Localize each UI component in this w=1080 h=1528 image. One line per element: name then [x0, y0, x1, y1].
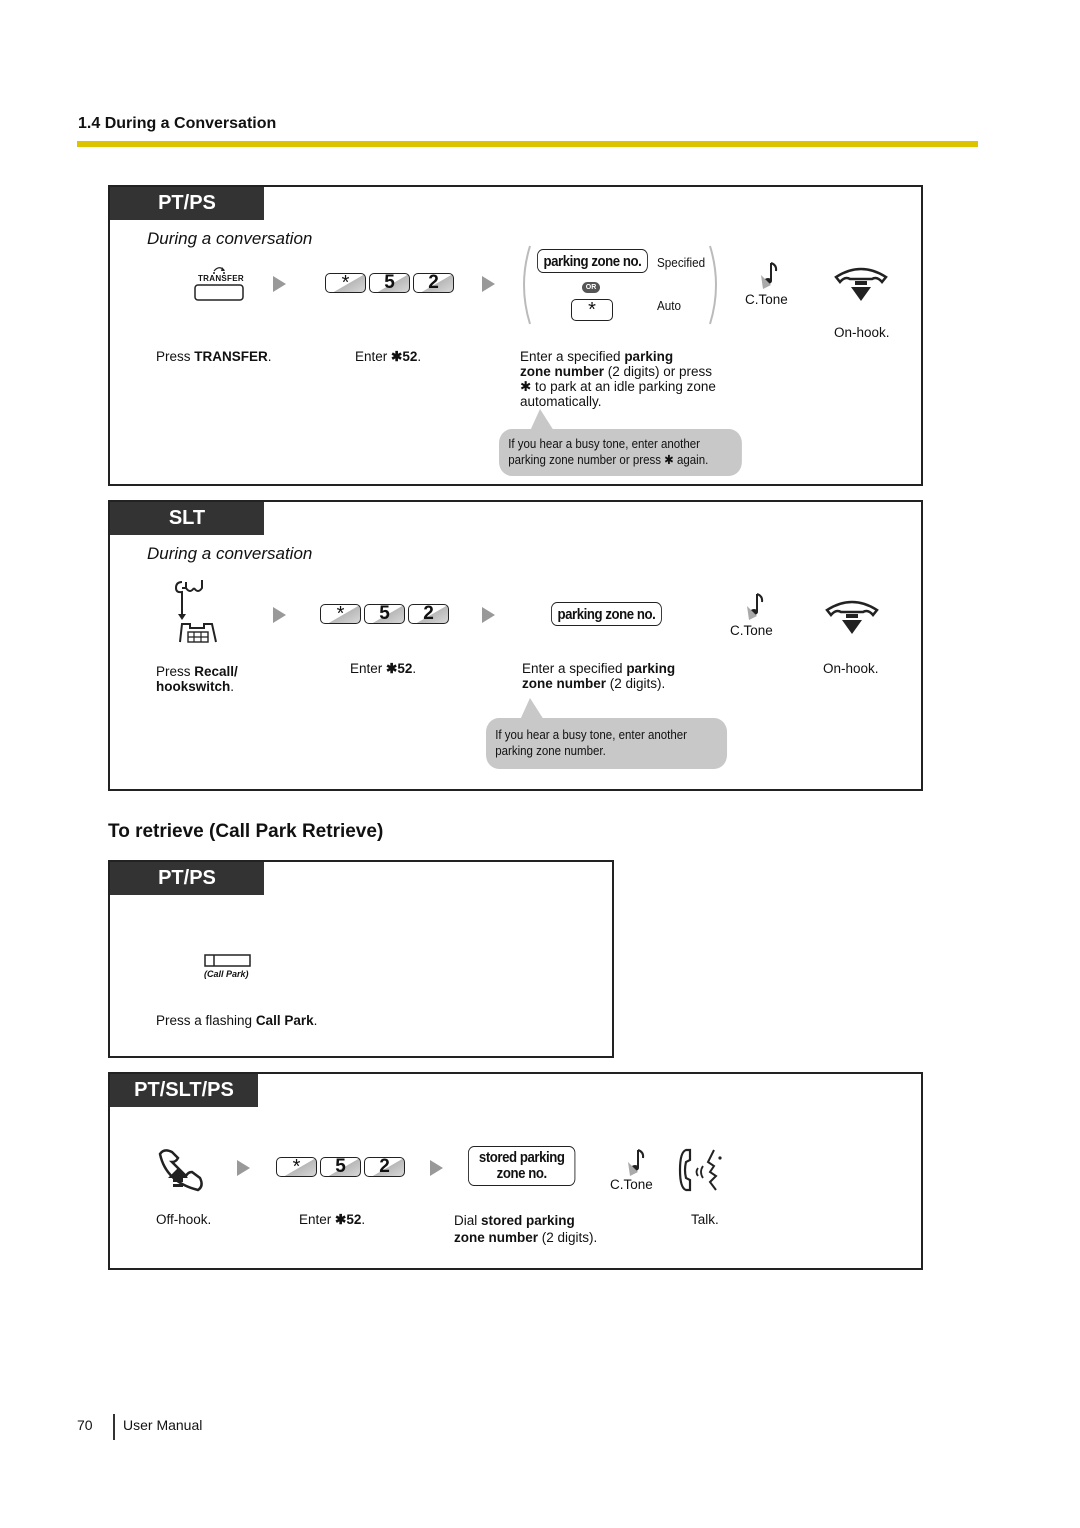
- panel-subtitle: During a conversation: [147, 544, 313, 563]
- dial-keys: * 5 2: [320, 603, 449, 625]
- document-title: User Manual: [123, 1417, 203, 1433]
- section-title: 1.4 During a Conversation: [78, 115, 277, 132]
- confirmation-tone-icon: [761, 262, 778, 289]
- retrieve-heading: To retrieve (Call Park Retrieve): [108, 821, 384, 842]
- talk-icon: [678, 1148, 722, 1192]
- arrow-icon: [430, 1160, 443, 1176]
- busy-tone-tip: If you hear a busy tone, enter another p…: [499, 429, 742, 476]
- footer-divider: [113, 1414, 115, 1440]
- step-on-hook: On-hook.: [834, 325, 890, 340]
- slt-park-panel: SLT During a conversation * 5 2 parking …: [108, 500, 923, 791]
- parking-zone-pill: parking zone no.: [551, 602, 662, 626]
- ptps-park-panel: PT/PS During a conversation TRANSFER * 5…: [108, 185, 923, 486]
- panel-subtitle: During a conversation: [147, 229, 313, 248]
- digit-key-2: 2: [364, 1156, 405, 1177]
- auto-label: Auto: [657, 298, 682, 313]
- ctone-label: C.Tone: [610, 1177, 653, 1192]
- step-enter-code: Enter ✱52.: [355, 349, 422, 364]
- parking-zone-pill: parking zone no.: [537, 249, 648, 273]
- page-number: 70: [77, 1417, 93, 1433]
- specified-label: Specified: [657, 255, 706, 270]
- transfer-key-icon: [194, 267, 244, 301]
- step-press-call-park: Press a flashing Call Park.: [156, 1013, 318, 1028]
- step-press-recall: Press Recall/ hookswitch.: [156, 664, 238, 694]
- transfer-key-label: TRANSFER: [198, 274, 244, 283]
- off-hook-icon: [158, 1149, 203, 1192]
- option-bracket-right: [709, 245, 717, 325]
- panel-tab: PT/PS: [110, 862, 264, 895]
- step-enter-code: Enter ✱52.: [350, 661, 417, 676]
- ctone-label: C.Tone: [730, 623, 773, 638]
- step-off-hook: Off-hook.: [156, 1212, 212, 1227]
- digit-key-5: 5: [364, 603, 405, 624]
- confirmation-tone-icon: [747, 593, 764, 620]
- hookswitch-icon: [174, 580, 217, 643]
- bubble-tail: [520, 698, 544, 720]
- dial-keys: * 5 2: [325, 272, 454, 294]
- section-rule: [77, 141, 978, 147]
- or-badge: OR: [582, 282, 600, 293]
- auto-star-key: *: [571, 299, 613, 321]
- digit-key-5: 5: [320, 1156, 361, 1177]
- option-bracket-left: [523, 245, 531, 325]
- ptsltps-retrieve-panel: PT/SLT/PS * 5 2 stored parking zone no. …: [108, 1072, 923, 1270]
- arrow-icon: [273, 276, 286, 292]
- panel-tab: PT/SLT/PS: [110, 1074, 258, 1107]
- digit-key-5: 5: [369, 272, 410, 293]
- step-enter-code: Enter ✱52.: [299, 1212, 366, 1227]
- on-hook-icon: [834, 267, 888, 301]
- step-dial-stored-zone: Dial stored parking zone number (2 digit…: [454, 1213, 598, 1245]
- dial-keys: * 5 2: [276, 1156, 405, 1178]
- step-talk: Talk.: [691, 1212, 719, 1227]
- stored-parking-zone-pill: stored parking zone no.: [468, 1146, 576, 1186]
- arrow-icon: [237, 1160, 250, 1176]
- step-enter-zone: Enter a specified parking zone number (2…: [520, 349, 716, 409]
- call-park-key-label: (Call Park): [204, 969, 249, 979]
- panel-tab: SLT: [110, 502, 264, 535]
- busy-tone-tip: If you hear a busy tone, enter another p…: [486, 718, 728, 769]
- call-park-key-icon: [204, 954, 251, 967]
- star-key: *: [276, 1156, 317, 1178]
- on-hook-icon: [825, 600, 879, 634]
- bubble-tail: [530, 409, 554, 431]
- ctone-label: C.Tone: [745, 292, 788, 307]
- arrow-icon: [482, 607, 495, 623]
- step-enter-zone: Enter a specified parking zone number (2…: [522, 661, 676, 691]
- star-key: *: [325, 272, 366, 294]
- arrow-icon: [482, 276, 495, 292]
- digit-key-2: 2: [408, 603, 449, 624]
- digit-key-2: 2: [413, 272, 454, 293]
- confirmation-tone-icon: [628, 1149, 645, 1176]
- ptps-retrieve-panel: PT/PS (Call Park) Press a flashing Call …: [108, 860, 614, 1058]
- arrow-icon: [273, 607, 286, 623]
- step-press-transfer: Press TRANSFER.: [156, 349, 272, 364]
- panel-tab: PT/PS: [110, 187, 264, 220]
- step-on-hook: On-hook.: [823, 661, 879, 676]
- star-key: *: [320, 603, 361, 625]
